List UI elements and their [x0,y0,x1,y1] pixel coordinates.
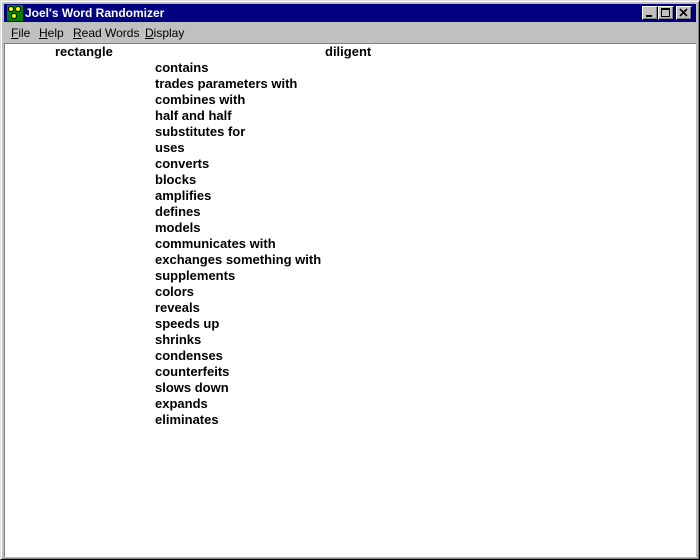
close-icon [679,8,688,17]
icon-dot [11,13,17,19]
verb-item: defines [155,204,201,219]
verb-item: blocks [155,172,197,187]
verb-item: substitutes for [155,124,246,139]
verb-item: supplements [155,268,236,283]
verb-item: models [155,220,201,235]
verb-list: contains trades parameters with combines… [155,60,321,428]
app-icon[interactable] [7,5,23,21]
verb-item: counterfeits [155,364,230,379]
maximize-icon [661,8,670,17]
minimize-icon [646,15,652,17]
menu-bar: File Help Read Words Display [4,23,696,42]
menu-file-label: ile [18,26,31,40]
verb-item: reveals [155,300,200,315]
verb-item: slows down [155,380,229,395]
icon-dot [15,6,21,12]
menu-read-words-mnemonic: R [73,26,82,40]
minimize-button[interactable] [642,6,658,20]
title-bar[interactable]: Joel's Word Randomizer [4,4,696,22]
menu-read-words-label: ead Words [81,26,140,40]
icon-dot [8,6,14,12]
verb-item: trades parameters with [155,76,298,91]
window-title: Joel's Word Randomizer [25,6,165,20]
verb-item: communicates with [155,236,276,251]
maximize-button[interactable] [658,6,674,20]
verb-item: amplifies [155,188,212,203]
verb-item: converts [155,156,210,171]
noun-word: rectangle [55,44,113,59]
verb-item: exchanges something with [155,252,322,267]
verb-item: speeds up [155,316,220,331]
menu-display-mnemonic: D [145,26,154,40]
menu-display[interactable]: Display [145,26,184,40]
menu-help-mnemonic: H [39,26,48,40]
verb-item: uses [155,140,185,155]
verb-item: combines with [155,92,246,107]
verb-item: eliminates [155,412,219,427]
verb-item: half and half [155,108,232,123]
word-display-area: rectangle diligent contains trades param… [4,43,696,557]
adjective-word: diligent [325,44,372,59]
verb-item: colors [155,284,195,299]
menu-help[interactable]: Help [39,26,64,40]
verb-item: condenses [155,348,223,363]
verb-item: expands [155,396,208,411]
verb-item: shrinks [155,332,202,347]
app-window: Joel's Word Randomizer File Help Read Wo… [0,0,700,560]
menu-read-words[interactable]: Read Words [73,26,139,40]
menu-display-label: isplay [153,26,185,40]
menu-help-label: elp [47,26,64,40]
close-button[interactable] [676,6,692,20]
menu-file[interactable]: File [11,26,30,40]
verb-item: contains [155,60,209,75]
